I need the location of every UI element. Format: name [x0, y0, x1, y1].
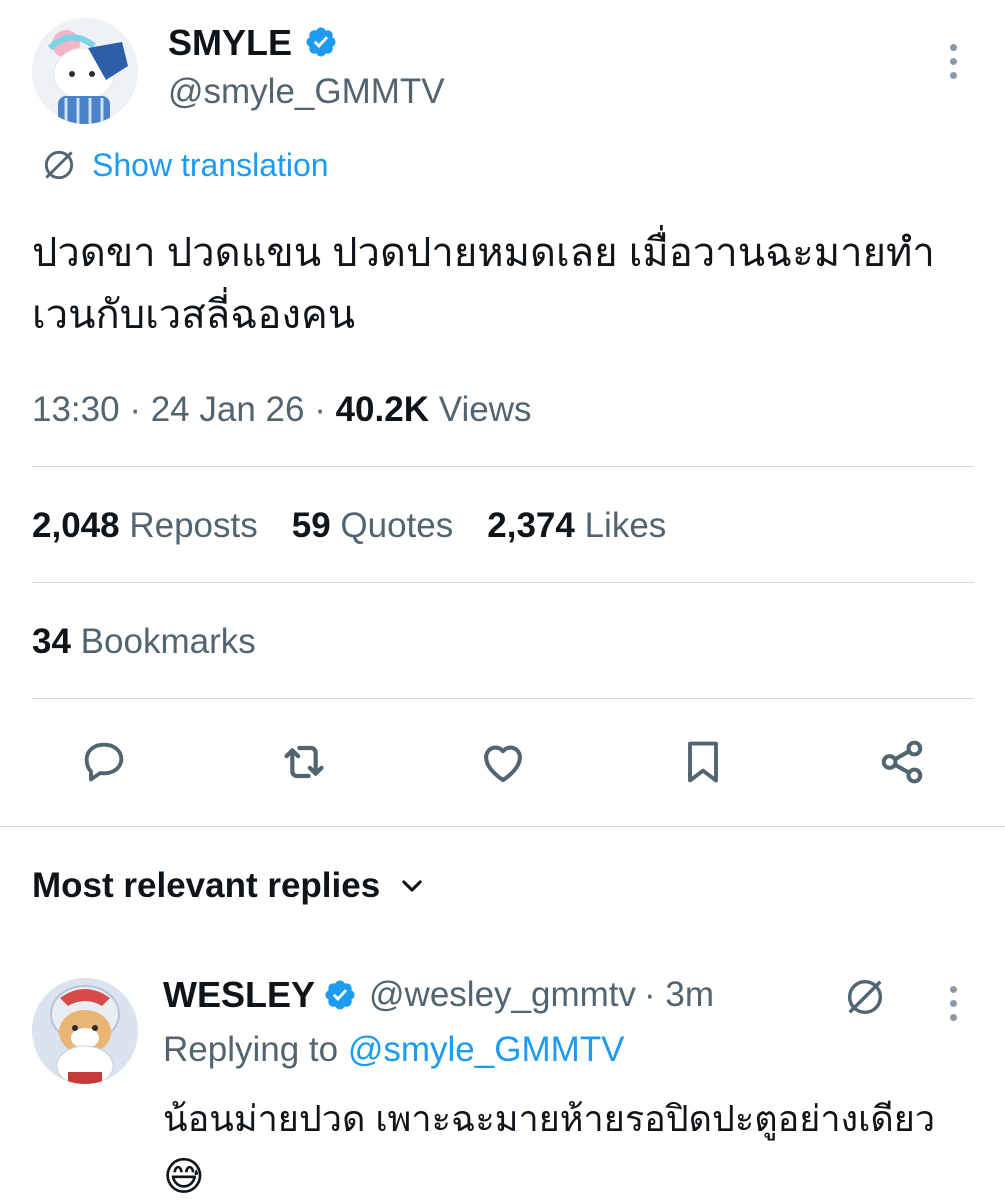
tweet-text: ปวดขา ปวดแขน ปวดปายหมดเลย เมื่อวานฉะมายท… [32, 231, 935, 337]
meta-separator: · [129, 390, 141, 429]
reply-text: น้อนม่ายปวด เพาะฉะมายห้ายรอปิดปะตูอย่างเ… [163, 1090, 983, 1200]
bookmarks-stat[interactable]: 34 Bookmarks [32, 622, 256, 662]
reply-time[interactable]: · 3m [644, 975, 714, 1015]
divider [32, 698, 974, 699]
show-translation-link[interactable]: Show translation [40, 146, 329, 184]
like-icon[interactable] [473, 732, 533, 792]
divider [32, 466, 974, 467]
replies-sort-dropdown[interactable]: Most relevant replies [32, 866, 426, 906]
replies-sort-label: Most relevant replies [32, 866, 381, 905]
translate-icon [44, 150, 74, 180]
reply-author-handle[interactable]: @wesley_gmmtv [369, 975, 636, 1015]
reposts-count: 2,048 [32, 506, 120, 545]
reposts-label: Reposts [129, 506, 258, 545]
verified-badge-icon [306, 27, 336, 57]
show-translation-label[interactable]: Show translation [92, 147, 329, 184]
tweet-time[interactable]: 13:30 [32, 390, 120, 429]
views-label: Views [438, 390, 532, 429]
quotes-label: Quotes [340, 506, 454, 545]
tweet-date[interactable]: 24 Jan 26 [151, 390, 305, 429]
sweat-smile-emoji: 😅 [163, 1155, 205, 1199]
likes-count: 2,374 [487, 506, 575, 545]
author-name-row[interactable]: SMYLE [168, 22, 338, 64]
reply-author-name[interactable]: WESLEY [163, 974, 315, 1016]
bookmarks-label: Bookmarks [80, 622, 256, 661]
replying-to: Replying to @smyle_GMMTV [163, 1030, 625, 1070]
verified-badge-icon [325, 980, 355, 1010]
quotes-count: 59 [291, 506, 331, 545]
reply-translate-icon[interactable] [842, 974, 888, 1025]
meta-separator: · [314, 390, 326, 429]
replying-prefix: Replying to [163, 1030, 339, 1069]
author-handle[interactable]: @smyle_GMMTV [168, 72, 445, 112]
section-divider [0, 826, 1005, 827]
replying-to-handle[interactable]: @smyle_GMMTV [348, 1030, 625, 1069]
action-bar [32, 732, 974, 792]
share-icon[interactable] [872, 732, 932, 792]
divider [32, 582, 974, 583]
tweet-meta: 13:30 · 24 Jan 26 · 40.2K Views [32, 390, 531, 430]
likes-label: Likes [584, 506, 667, 545]
author-name[interactable]: SMYLE [168, 22, 292, 63]
reposts-stat[interactable]: 2,048 Reposts [32, 506, 258, 546]
bookmarks-count: 34 [32, 622, 71, 661]
bookmark-icon[interactable] [673, 732, 733, 792]
engagement-stats: 2,048 Reposts 59 Quotes 2,374 Likes [32, 506, 666, 546]
likes-stat[interactable]: 2,374 Likes [487, 506, 666, 546]
reply-header: WESLEY @wesley_gmmtv · 3m [163, 974, 714, 1016]
chevron-down-icon [402, 880, 422, 892]
reply-author-avatar[interactable] [32, 978, 138, 1084]
quotes-stat[interactable]: 59 Quotes [292, 506, 454, 546]
repost-icon[interactable] [274, 732, 334, 792]
reply-more-options-icon[interactable] [946, 986, 960, 1021]
views-count: 40.2K [335, 390, 429, 429]
reply-text-body: น้อนม่ายปวด เพาะฉะมายห้ายรอปิดปะตูอย่างเ… [163, 1098, 936, 1139]
author-avatar[interactable] [32, 18, 138, 124]
more-options-icon[interactable] [946, 44, 960, 79]
reply-icon[interactable] [74, 732, 134, 792]
